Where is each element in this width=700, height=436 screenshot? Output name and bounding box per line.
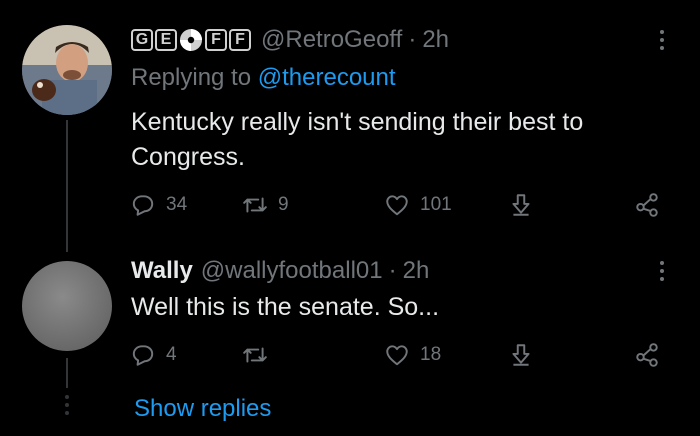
more-icon[interactable] xyxy=(652,25,672,55)
tweet-text: Kentucky really isn't sending their best… xyxy=(131,108,584,171)
handle[interactable]: @RetroGeoff xyxy=(261,25,402,55)
display-name[interactable]: G E F F xyxy=(131,28,251,52)
bookmark-button[interactable] xyxy=(508,342,534,368)
avatar-photo xyxy=(22,25,112,115)
share-button[interactable] xyxy=(634,192,660,218)
replying-prefix: Replying to xyxy=(131,64,252,91)
tweet-header: Wally @wallyfootball01 · 2h xyxy=(131,256,429,286)
reply-icon xyxy=(132,195,154,216)
reply-count: 34 xyxy=(166,194,188,215)
like-button[interactable]: 18 xyxy=(384,342,441,368)
retweet-button[interactable] xyxy=(242,342,268,368)
avatar[interactable] xyxy=(22,261,112,351)
name-badge: F xyxy=(205,29,227,51)
share-button[interactable] xyxy=(634,342,660,368)
name-badge: G xyxy=(131,29,153,51)
retweet-icon xyxy=(243,197,267,213)
disc-icon xyxy=(180,29,202,51)
like-button[interactable]: 101 xyxy=(384,192,452,218)
handle[interactable]: @wallyfootball01 xyxy=(201,256,383,286)
retweet-button[interactable]: 9 xyxy=(242,192,289,218)
avatar[interactable] xyxy=(22,25,112,115)
show-replies-link[interactable]: Show replies xyxy=(134,394,271,424)
mention-link[interactable]: @therecount xyxy=(258,64,396,91)
reply-button[interactable]: 4 xyxy=(130,342,177,368)
separator: · xyxy=(388,257,397,284)
timestamp[interactable]: 2h xyxy=(403,256,430,286)
share-icon xyxy=(636,343,658,367)
tweet-header: G E F F @RetroGeoff · 2h xyxy=(131,25,449,55)
display-name[interactable]: Wally xyxy=(131,256,193,286)
thread-line xyxy=(66,358,68,388)
separator: · xyxy=(408,26,417,53)
share-icon xyxy=(636,193,658,217)
like-icon xyxy=(386,195,408,216)
tweet-text: Well this is the senate. So... xyxy=(131,293,440,321)
replying-to: Replying to @therecount xyxy=(131,63,396,93)
thread-continuation-dots xyxy=(64,395,70,415)
like-icon xyxy=(386,345,408,366)
bookmark-button[interactable] xyxy=(508,192,534,218)
reply-button[interactable]: 34 xyxy=(130,192,187,218)
name-badge: F xyxy=(229,29,251,51)
retweet-icon xyxy=(243,347,267,363)
more-icon[interactable] xyxy=(652,256,672,286)
thread-line xyxy=(66,120,68,252)
reply-count: 4 xyxy=(166,344,177,365)
like-count: 101 xyxy=(420,194,452,215)
reply-icon xyxy=(132,345,154,366)
retweet-count: 9 xyxy=(278,194,289,215)
bookmark-icon xyxy=(512,194,530,216)
name-badge: E xyxy=(155,29,177,51)
bookmark-icon xyxy=(512,344,530,366)
timestamp[interactable]: 2h xyxy=(422,25,449,55)
like-count: 18 xyxy=(420,344,442,365)
